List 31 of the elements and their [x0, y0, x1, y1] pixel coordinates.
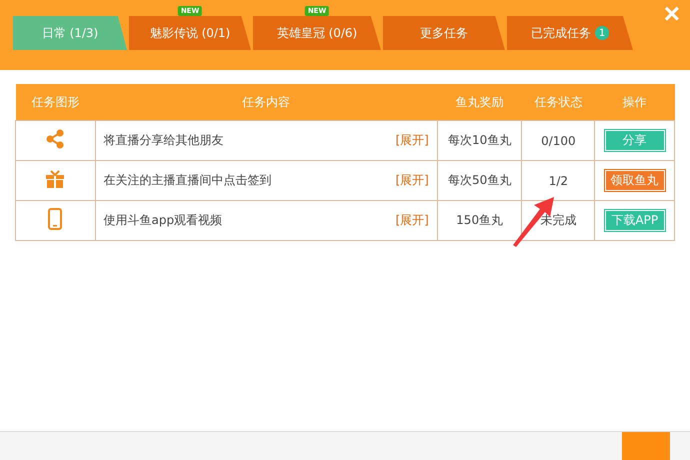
- tab[interactable]: 更多任务: [383, 16, 505, 50]
- status-text: 0/100: [541, 134, 576, 148]
- gift-icon: [45, 169, 66, 189]
- count-badge: 1: [595, 26, 609, 40]
- reward-text: 每次10鱼丸: [448, 133, 512, 147]
- tab[interactable]: 魅影传说 (0/1): [129, 16, 251, 50]
- status-text: 未完成: [540, 213, 576, 227]
- column-header: 鱼丸奖励: [437, 84, 522, 120]
- share-icon: [46, 129, 64, 149]
- tab[interactable]: 已完成任务 1: [507, 16, 633, 50]
- column-header: 任务图形: [16, 84, 96, 120]
- task-description: 在关注的主播直播间中点击签到: [104, 172, 272, 189]
- status-text: 1/2: [548, 174, 568, 188]
- reward-text: 每次50鱼丸: [448, 173, 512, 187]
- reward-text: 150鱼丸: [456, 213, 504, 227]
- expand-link[interactable]: [展开]: [396, 172, 429, 189]
- column-header: 操作: [594, 84, 674, 120]
- send-button[interactable]: [622, 432, 670, 460]
- tab[interactable]: 日常 (1/3): [13, 16, 127, 50]
- action-button[interactable]: 领取鱼丸: [604, 170, 665, 191]
- expand-link[interactable]: [展开]: [396, 212, 429, 229]
- tab[interactable]: 英雄皇冠 (0/6): [253, 16, 381, 50]
- task-description: 使用斗鱼app观看视频: [104, 212, 222, 229]
- task-description: 将直播分享给其他朋友: [104, 132, 224, 149]
- phone-icon: [48, 208, 62, 230]
- action-button[interactable]: 下载APP: [604, 210, 665, 231]
- action-button[interactable]: 分享: [604, 130, 665, 151]
- expand-link[interactable]: [展开]: [396, 132, 429, 149]
- column-header: 任务状态: [522, 84, 595, 120]
- close-button[interactable]: ×: [664, 0, 680, 28]
- column-header: 任务内容: [95, 84, 438, 120]
